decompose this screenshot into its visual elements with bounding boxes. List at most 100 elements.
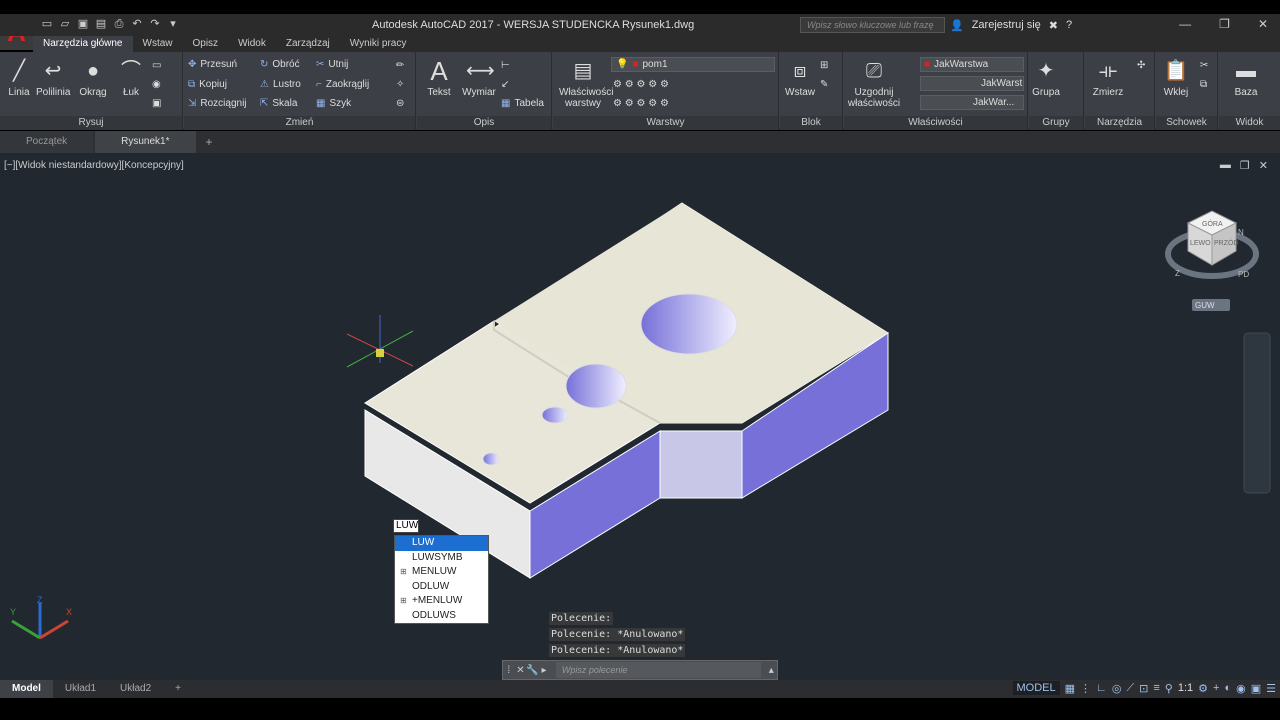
- tab-annotate[interactable]: Opisz: [183, 36, 229, 52]
- autocomplete-item[interactable]: LUW: [395, 536, 488, 551]
- arc-button[interactable]: ⌒ Łuk: [118, 58, 144, 98]
- point-icon[interactable]: ✣: [1137, 60, 1145, 71]
- new-icon[interactable]: ▭: [40, 17, 54, 31]
- annotation-panel-label[interactable]: Opis: [417, 116, 551, 130]
- dimension-button[interactable]: ⟷ Wymiar: [459, 58, 499, 98]
- linetype-dropdown[interactable]: JakWarst: [920, 76, 1024, 91]
- lineweight-dropdown[interactable]: JakWar...: [920, 95, 1024, 110]
- plus-icon[interactable]: +: [1213, 682, 1219, 694]
- layer-tools-row2[interactable]: ⚙ ⚙ ⚙ ⚙ ⚙: [613, 98, 669, 109]
- workspace-icon[interactable]: ▾: [166, 17, 180, 31]
- fillet-button[interactable]: ⌐ Zaokrąglij: [316, 79, 369, 90]
- undo-icon[interactable]: ↶: [130, 17, 144, 31]
- measure-button[interactable]: ⟛ Zmierz: [1091, 58, 1125, 98]
- layers-panel-label[interactable]: Warstwy: [553, 116, 778, 130]
- leader-icon[interactable]: ⊢: [501, 60, 510, 71]
- annotation-icon[interactable]: ⚲: [1165, 682, 1173, 695]
- hatch-icon[interactable]: ◉: [152, 79, 161, 90]
- autocomplete-item[interactable]: ⊞ +MENLUW: [395, 594, 488, 609]
- annotation-scale[interactable]: 1:1: [1178, 682, 1193, 694]
- snap-icon[interactable]: ⋮: [1080, 682, 1091, 695]
- stretch-button[interactable]: ⇲ Rozciągnij: [188, 98, 247, 109]
- circle-button[interactable]: ● Okrąg: [79, 58, 107, 98]
- match-properties-button[interactable]: ⎚ Uzgodnij właściwości: [846, 58, 902, 109]
- close-icon[interactable]: ✕: [1258, 17, 1268, 31]
- edit-block-icon[interactable]: ✎: [820, 79, 828, 90]
- insert-button[interactable]: ⧈ Wstaw: [783, 58, 817, 98]
- lineweight-icon[interactable]: ≡: [1153, 682, 1159, 694]
- rotate-button[interactable]: ↻ Obróć: [260, 59, 300, 70]
- ortho-icon[interactable]: ∟: [1096, 682, 1107, 694]
- exchange-icon[interactable]: ✖: [1049, 19, 1058, 32]
- tab-drawing1[interactable]: Rysunek1*: [95, 131, 196, 153]
- clipboard-panel-label[interactable]: Schowek: [1156, 116, 1217, 130]
- layout-tab-2[interactable]: Układ2: [108, 680, 163, 698]
- command-input[interactable]: Wpisz polecenie: [555, 662, 762, 678]
- grip-icon[interactable]: ⁞: [503, 665, 515, 676]
- layer-properties-button[interactable]: ▤ Właściwości warstwy: [559, 58, 613, 109]
- trim-button[interactable]: ✂ Utnij: [316, 59, 348, 70]
- offset-icon[interactable]: ⊜: [396, 98, 404, 109]
- layer-tools-row1[interactable]: ⚙ ⚙ ⚙ ⚙ ⚙: [613, 79, 669, 90]
- draw-panel-label[interactable]: Rysuj: [0, 116, 182, 130]
- copy-clip-icon[interactable]: ⧉: [1200, 79, 1207, 90]
- expand-history-icon[interactable]: ▴: [765, 665, 777, 676]
- wcs-menu[interactable]: GUW: [1192, 299, 1230, 311]
- save-icon[interactable]: ▣: [76, 17, 90, 31]
- minimize-icon[interactable]: —: [1179, 17, 1191, 31]
- print-icon[interactable]: ⎙: [112, 17, 126, 31]
- mirror-button[interactable]: ⚠ Lustro: [260, 79, 301, 90]
- layout-tab-model[interactable]: Model: [0, 680, 53, 698]
- array-button[interactable]: ▦ Szyk: [316, 98, 351, 109]
- text-button[interactable]: A Tekst: [423, 58, 455, 98]
- layer-dropdown[interactable]: 💡 ■ pom1: [611, 57, 775, 72]
- polar-icon[interactable]: ◎: [1112, 682, 1122, 695]
- utilities-panel-label[interactable]: Narzędzia: [1085, 116, 1154, 130]
- line-button[interactable]: ╱ Linia: [6, 58, 32, 98]
- tab-view[interactable]: Widok: [228, 36, 276, 52]
- customize-icon[interactable]: 🔧: [526, 665, 538, 676]
- user-icon[interactable]: 👤: [950, 19, 964, 32]
- clean-screen-icon[interactable]: ▣: [1251, 682, 1261, 695]
- group-button[interactable]: ✦ Grupa: [1031, 58, 1061, 98]
- navigation-bar[interactable]: [1243, 332, 1271, 494]
- saveas-icon[interactable]: ▤: [94, 17, 108, 31]
- table-button[interactable]: ▦ Tabela: [501, 98, 544, 109]
- redo-icon[interactable]: ↷: [148, 17, 162, 31]
- autocomplete-item[interactable]: ODLUWS: [395, 609, 488, 624]
- create-block-icon[interactable]: ⊞: [820, 60, 828, 71]
- polyline-button[interactable]: ↩ Polilinia: [36, 58, 70, 98]
- new-layout-icon[interactable]: +: [163, 680, 193, 698]
- recent-commands-icon[interactable]: ▸: [538, 665, 550, 676]
- paste-button[interactable]: 📋 Wklej: [1160, 58, 1192, 98]
- model-space-button[interactable]: MODEL: [1012, 681, 1060, 695]
- isodraft-icon[interactable]: ⟋: [1126, 682, 1134, 695]
- explode-icon[interactable]: ✧: [396, 79, 404, 90]
- autocomplete-item[interactable]: ODLUW: [395, 580, 488, 595]
- isolate-icon[interactable]: ◐: [1224, 682, 1231, 694]
- search-input[interactable]: Wpisz słowo kluczowe lub frazę: [800, 17, 945, 33]
- tab-start[interactable]: Początek: [0, 131, 94, 153]
- tab-insert[interactable]: Wstaw: [133, 36, 183, 52]
- osnap-icon[interactable]: ⊡: [1139, 682, 1148, 695]
- maximize-icon[interactable]: ❐: [1219, 17, 1230, 31]
- help-icon[interactable]: ?: [1066, 19, 1072, 32]
- hardware-icon[interactable]: ◉: [1236, 682, 1246, 695]
- customize-status-icon[interactable]: ☰: [1266, 682, 1276, 695]
- properties-panel-label[interactable]: Właściwości: [844, 116, 1027, 130]
- sign-in-link[interactable]: Zarejestruj się: [972, 19, 1041, 32]
- drawing-viewport[interactable]: [−][Widok niestandardowy][Koncepcyjny] ▬…: [0, 153, 1280, 680]
- scale-button[interactable]: ⇱ Skala: [260, 98, 297, 109]
- tab-manage[interactable]: Zarządzaj: [276, 36, 340, 52]
- autocomplete-item[interactable]: LUWSYMB: [395, 551, 488, 566]
- modify-panel-label[interactable]: Zmień: [184, 116, 415, 130]
- multileader-icon[interactable]: ↙: [501, 79, 509, 90]
- tab-output[interactable]: Wyniki pracy: [340, 36, 417, 52]
- new-tab-icon[interactable]: +: [206, 135, 213, 149]
- autocomplete-input[interactable]: LUW: [393, 519, 419, 533]
- viewcube[interactable]: GÓRA LEWO PRZÓD Z PD N: [1165, 210, 1259, 279]
- autocomplete-item[interactable]: ⊞ MENLUW: [395, 565, 488, 580]
- view-panel-label[interactable]: Widok: [1219, 116, 1280, 130]
- tab-home[interactable]: Narzędzia główne: [33, 36, 133, 52]
- layout-tab-1[interactable]: Układ1: [53, 680, 108, 698]
